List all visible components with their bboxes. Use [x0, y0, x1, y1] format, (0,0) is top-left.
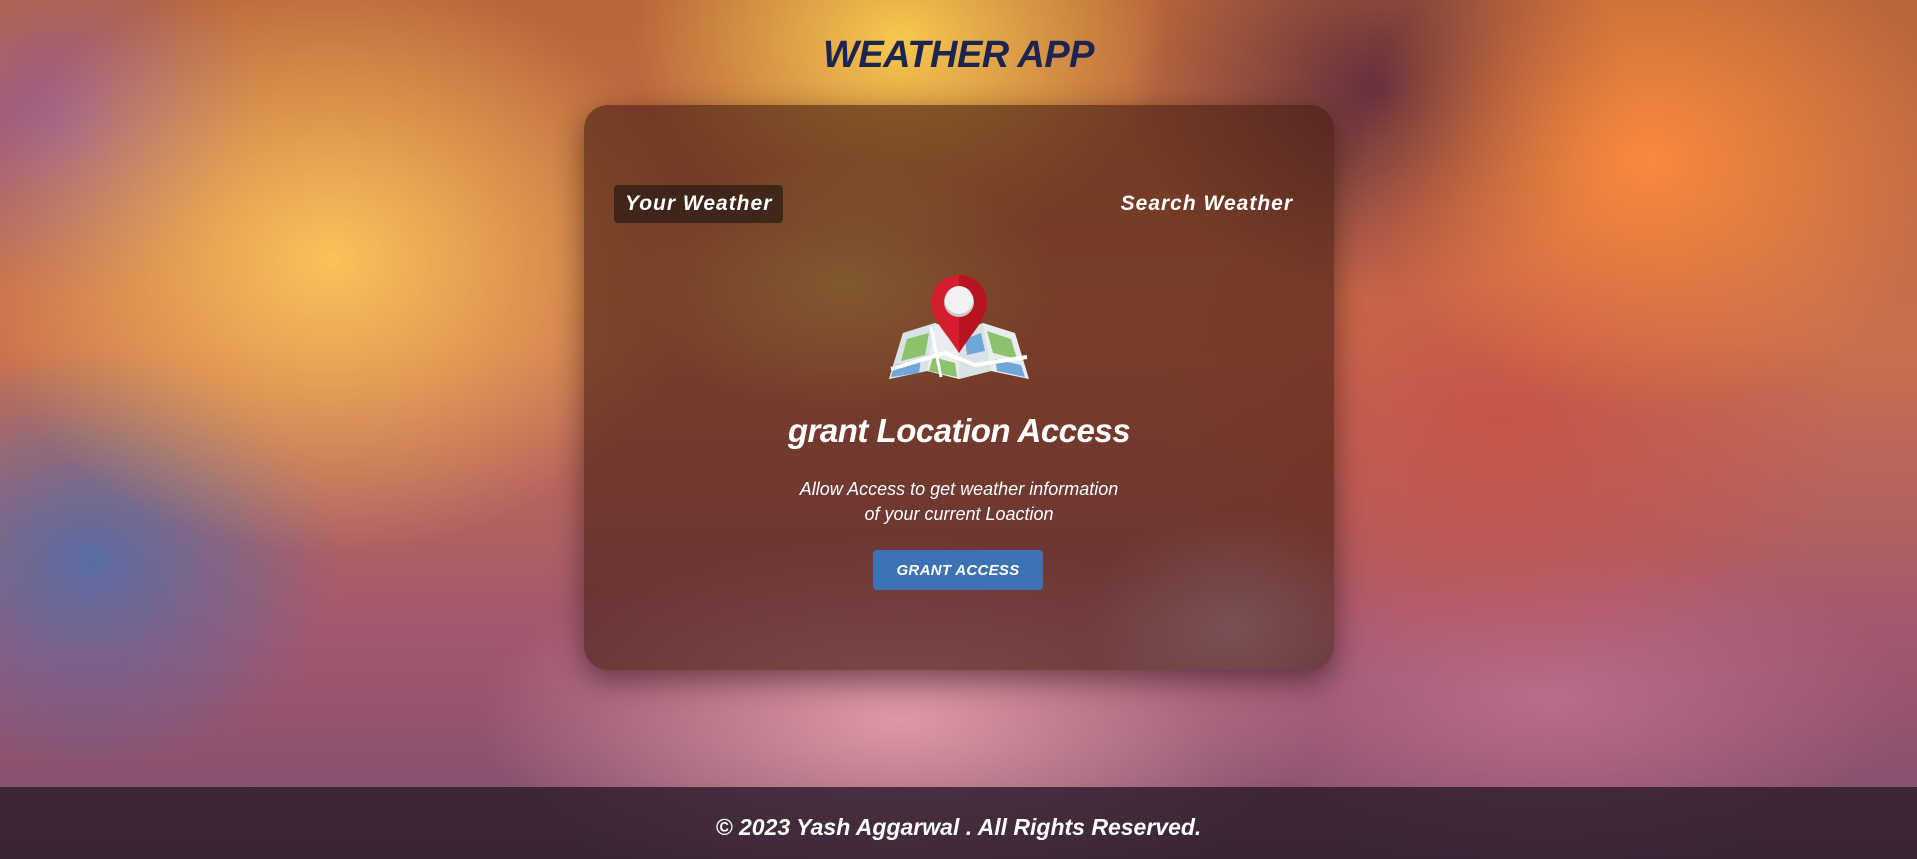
grant-location-description: Allow Access to get weather information … — [584, 477, 1334, 527]
tab-search-weather[interactable]: Search Weather — [1110, 185, 1304, 223]
grant-access-button[interactable]: GRANT ACCESS — [873, 550, 1043, 590]
app-background: WEATHER APP Your Weather Search Weather — [0, 0, 1917, 859]
map-pin-icon — [889, 275, 1029, 379]
weather-card: Your Weather Search Weather grant Locati — [584, 105, 1334, 670]
grant-description-line-2: of your current Loaction — [864, 504, 1054, 524]
app-title: WEATHER APP — [822, 34, 1095, 76]
footer-copyright: © 2023 Yash Aggarwal . All Rights Reserv… — [715, 814, 1202, 840]
tab-your-weather[interactable]: Your Weather — [614, 185, 784, 223]
grant-description-line-1: Allow Access to get weather information — [799, 479, 1119, 499]
footer: © 2023 Yash Aggarwal . All Rights Reserv… — [0, 787, 1917, 859]
grant-location-heading: grant Location Access — [787, 412, 1131, 449]
